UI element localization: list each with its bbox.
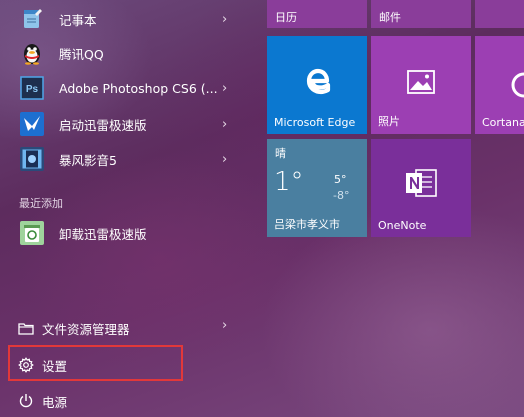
uninstall-icon [19,220,45,246]
tile-edge-label: Microsoft Edge [274,116,356,129]
app-label: 腾讯QQ [59,46,104,62]
onenote-icon [404,167,438,203]
chevron-right-icon[interactable]: › [222,318,227,333]
power-item[interactable]: 电源 [0,385,250,417]
chevron-right-icon[interactable]: › [222,12,227,27]
tile-cortana[interactable]: Cortana [475,36,524,134]
file-explorer-label: 文件资源管理器 [42,322,130,337]
app-item-notepad[interactable]: 记事本 › [0,2,250,36]
tile-cortana-label: Cortana [482,116,524,129]
app-label: 暴风影音5 [59,152,117,168]
photos-icon [407,70,435,98]
xunlei-bird-icon [19,111,45,137]
tile-photos-label: 照片 [378,115,400,128]
tile-top-right[interactable] [475,0,524,28]
cortana-icon [509,70,524,104]
tile-edge[interactable]: Microsoft Edge [267,36,367,134]
weather-temperature: 1° [274,167,304,197]
svg-text:Ps: Ps [26,84,39,95]
app-label: 启动迅雷极速版 [59,117,147,133]
power-label: 电源 [42,395,68,410]
chevron-right-icon[interactable]: › [222,81,227,96]
tile-onenote[interactable]: OneNote [371,139,471,237]
weather-condition: 晴 [275,147,286,160]
baofeng-player-icon [19,146,45,172]
notepad-icon [19,6,45,32]
app-item-baofeng[interactable]: 暴风影音5 › [0,142,250,176]
edge-icon [303,66,331,100]
weather-high: 5° [334,173,347,186]
file-explorer-icon [18,320,34,336]
tile-onenote-label: OneNote [378,219,427,232]
app-item-qq[interactable]: 腾讯QQ [0,36,250,70]
tile-mail[interactable]: 邮件 [371,0,471,28]
app-label: 卸载迅雷极速版 [59,226,147,242]
app-item-xunlei[interactable]: 启动迅雷极速版 › [0,107,250,141]
weather-low: -8° [333,189,350,202]
app-item-uninstall-xunlei[interactable]: 卸载迅雷极速版 [0,216,250,250]
chevron-right-icon[interactable]: › [222,117,227,132]
app-label: Adobe Photoshop CS6 (... [59,80,218,96]
tile-photos[interactable]: 照片 [371,36,471,134]
chevron-right-icon[interactable]: › [222,152,227,167]
settings-highlight-box [8,345,183,381]
recently-added-heading: 最近添加 [19,197,63,210]
file-explorer-item[interactable]: 文件资源管理器 › [0,312,250,344]
qq-penguin-icon [19,40,45,66]
tile-mail-label: 邮件 [379,11,401,24]
photoshop-icon: Ps [19,75,45,101]
app-item-photoshop[interactable]: Ps Adobe Photoshop CS6 (... › [0,71,250,105]
tile-calendar[interactable]: 日历 [267,0,367,28]
app-label: 记事本 [59,12,97,28]
power-icon [18,393,34,409]
weather-city: 吕梁市孝义市 [274,218,340,231]
tile-weather[interactable]: 晴 1° 5° -8° 吕梁市孝义市 [267,139,367,237]
tile-calendar-label: 日历 [275,11,297,24]
